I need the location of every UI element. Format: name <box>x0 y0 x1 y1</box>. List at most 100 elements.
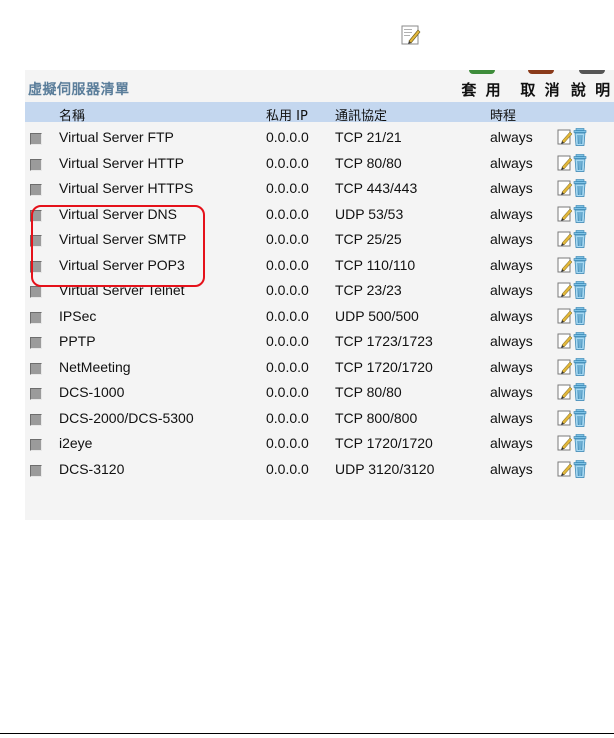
row-name: DCS-3120 <box>59 460 125 477</box>
table-header: 名稱 私用 IP 通訊協定 時程 <box>25 102 614 124</box>
help-button[interactable]: 說 明 <box>569 70 614 102</box>
trash-icon[interactable] <box>573 357 587 376</box>
row-private-ip: 0.0.0.0 <box>266 358 309 375</box>
row-name: IPSec <box>59 307 97 324</box>
table-row: DCS-2000/DCS-5300 0.0.0.0 TCP 800/800 alway… <box>25 408 614 435</box>
trash-icon[interactable] <box>573 383 587 401</box>
edit-icon[interactable] <box>557 308 573 324</box>
row-schedule: always <box>490 333 533 349</box>
edit-icon[interactable] <box>557 180 573 196</box>
row-checkbox[interactable] <box>30 158 42 171</box>
edit-icon[interactable] <box>557 435 573 451</box>
trash-icon[interactable] <box>573 128 587 146</box>
trash-icon[interactable] <box>573 179 587 197</box>
trash-icon[interactable] <box>573 434 587 452</box>
table-row: DCS-3120 0.0.0.0 UDP 3120/3120 always <box>25 459 614 486</box>
edit-icon[interactable] <box>557 129 573 145</box>
row-private-ip: 0.0.0.0 <box>266 180 309 196</box>
row-schedule: always <box>490 129 533 145</box>
row-protocol: UDP 3120/3120 <box>335 460 435 477</box>
trash-icon[interactable] <box>573 306 587 325</box>
row-schedule: always <box>490 231 533 247</box>
edit-icon[interactable] <box>557 231 573 247</box>
edit-icon[interactable] <box>557 333 573 349</box>
row-private-ip: 0.0.0.0 <box>266 435 309 451</box>
row-actions <box>557 128 593 148</box>
table-row: Virtual Server HTTP 0.0.0.0 TCP 80/80 alway… <box>25 153 614 180</box>
row-protocol: TCP 80/80 <box>335 384 402 400</box>
edit-icon[interactable] <box>557 461 573 477</box>
edit-icon[interactable] <box>557 155 573 171</box>
edit-icon[interactable] <box>557 410 573 426</box>
row-protocol: TCP 1720/1720 <box>335 358 433 375</box>
row-schedule: always <box>490 358 533 375</box>
row-protocol: TCP 1723/1723 <box>335 333 433 349</box>
row-protocol: UDP 500/500 <box>335 307 419 324</box>
table-row: NetMeeting 0.0.0.0 TCP 1720/1720 always <box>25 357 614 384</box>
edit-icon[interactable] <box>557 359 573 375</box>
row-schedule: always <box>490 384 533 400</box>
row-private-ip: 0.0.0.0 <box>266 384 309 400</box>
row-checkbox[interactable] <box>30 184 42 196</box>
row-protocol: UDP 53/53 <box>335 205 404 222</box>
apply-button[interactable]: 套 用 <box>457 70 507 102</box>
row-actions <box>557 230 593 250</box>
table-row: PPTP 0.0.0.0 TCP 1723/1723 always <box>25 332 614 358</box>
edit-icon[interactable] <box>557 257 573 273</box>
row-schedule: always <box>490 435 533 451</box>
edit-icon[interactable] <box>557 384 573 400</box>
cancel-button[interactable]: 取 消 <box>515 70 567 102</box>
row-checkbox[interactable] <box>30 464 42 477</box>
row-actions <box>557 408 593 429</box>
row-schedule: always <box>490 307 533 324</box>
table-row: Virtual Server FTP 0.0.0.0 TCP 21/21 always <box>25 128 614 154</box>
trash-icon[interactable] <box>573 408 587 427</box>
row-private-ip: 0.0.0.0 <box>266 409 309 426</box>
row-name: PPTP <box>59 333 96 349</box>
row-checkbox[interactable] <box>30 413 42 426</box>
row-private-ip: 0.0.0.0 <box>266 205 309 222</box>
row-schedule: always <box>490 256 533 273</box>
trash-icon[interactable] <box>573 204 587 223</box>
help-button-icon <box>578 70 605 74</box>
divider <box>0 733 614 734</box>
row-actions <box>557 255 593 276</box>
row-actions <box>557 434 593 454</box>
row-protocol: TCP 80/80 <box>335 154 402 171</box>
trash-icon[interactable] <box>573 281 587 299</box>
row-actions <box>557 179 593 199</box>
row-checkbox[interactable] <box>30 133 42 145</box>
row-protocol: TCP 110/110 <box>335 256 416 273</box>
row-actions <box>557 204 593 225</box>
trash-icon[interactable] <box>573 153 587 172</box>
row-checkbox[interactable] <box>30 337 42 349</box>
edit-icon[interactable] <box>557 282 573 298</box>
row-name: Virtual Server HTTPS <box>59 180 194 196</box>
row-schedule: always <box>490 460 533 477</box>
row-private-ip: 0.0.0.0 <box>266 333 309 349</box>
apply-button-label: 套 用 <box>461 81 503 99</box>
row-checkbox[interactable] <box>30 286 42 298</box>
trash-icon[interactable] <box>573 459 587 478</box>
row-checkbox[interactable] <box>30 362 42 375</box>
row-actions <box>557 459 593 480</box>
edit-icon <box>401 25 421 45</box>
row-protocol: TCP 1720/1720 <box>335 435 433 451</box>
row-actions <box>557 332 593 352</box>
table-row: DCS-1000 0.0.0.0 TCP 80/80 always <box>25 383 614 409</box>
cancel-button-icon <box>528 70 554 74</box>
row-checkbox[interactable] <box>30 439 42 451</box>
table-row: Virtual Server HTTPS 0.0.0.0 TCP 443/443 al… <box>25 179 614 205</box>
row-checkbox[interactable] <box>30 311 42 324</box>
row-protocol: TCP 800/800 <box>335 409 418 426</box>
row-schedule: always <box>490 180 533 196</box>
row-private-ip: 0.0.0.0 <box>266 460 309 477</box>
trash-icon[interactable] <box>573 255 587 274</box>
cancel-button-label: 取 消 <box>520 81 562 99</box>
trash-icon[interactable] <box>573 332 587 350</box>
help-button-label: 說 明 <box>570 81 613 99</box>
trash-icon[interactable] <box>573 230 587 248</box>
row-name: DCS-2000/DCS-5300 <box>59 409 194 426</box>
edit-icon[interactable] <box>557 206 573 222</box>
row-checkbox[interactable] <box>30 388 42 400</box>
